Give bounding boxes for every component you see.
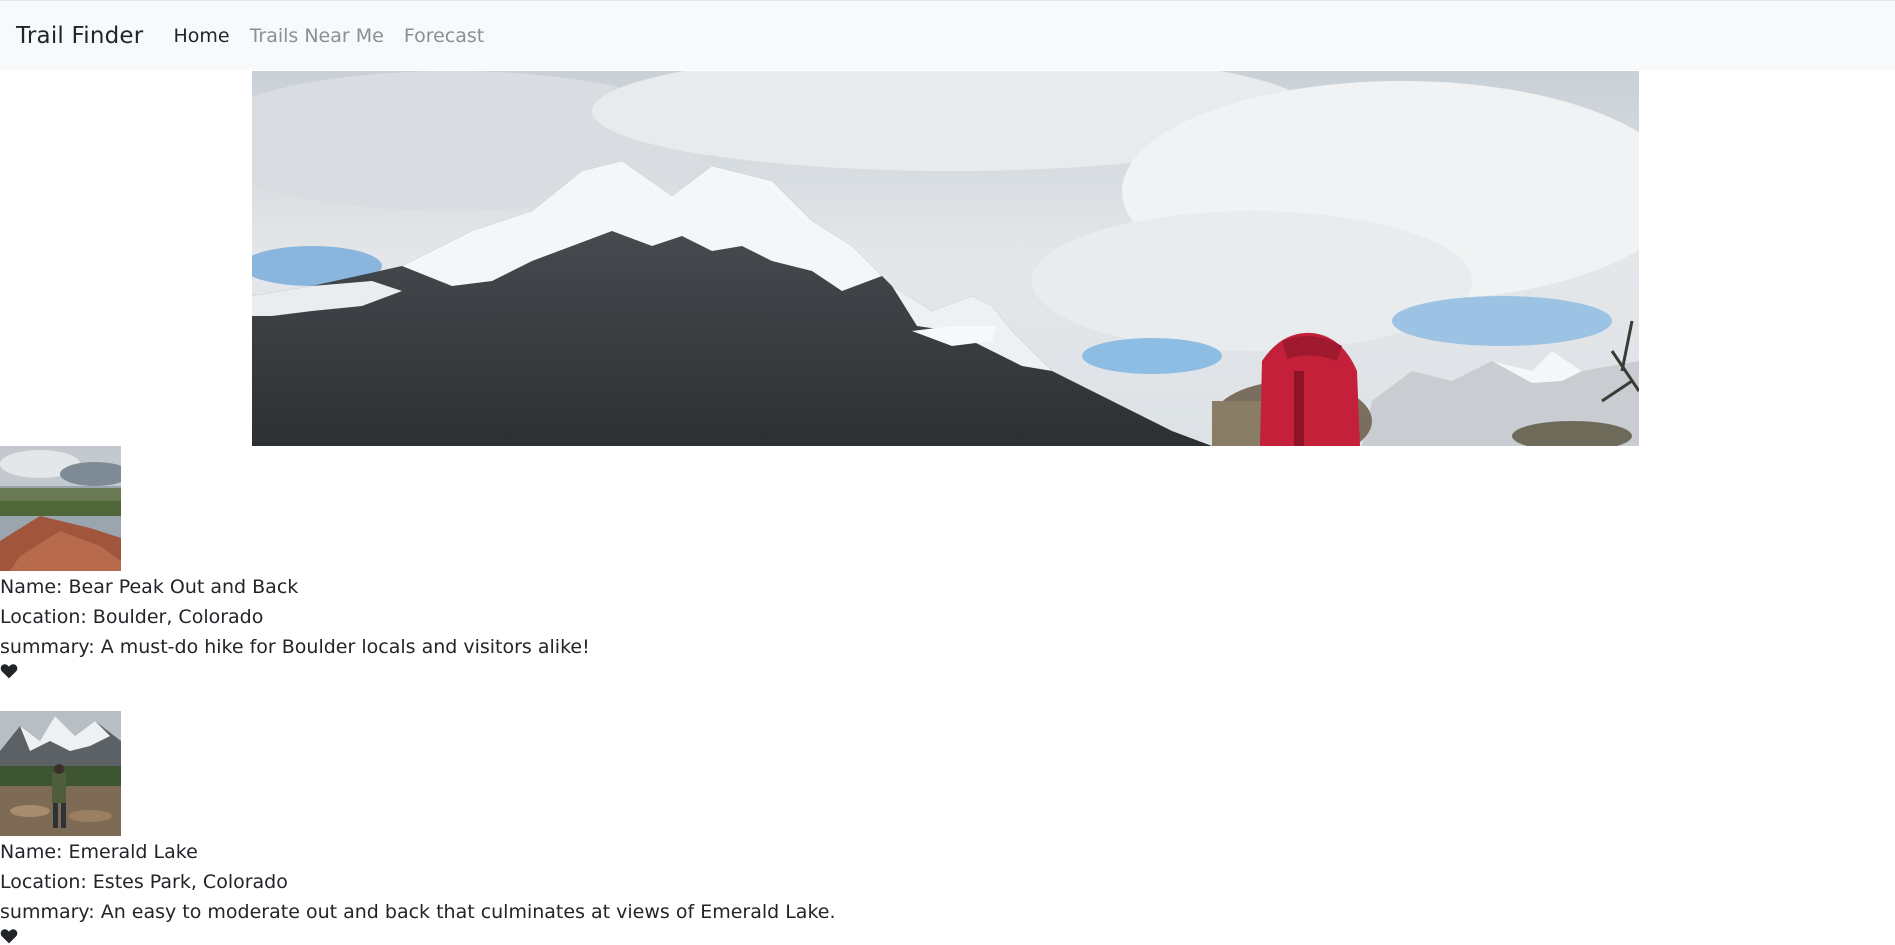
trail-thumbnail-image (0, 711, 121, 836)
navbar: Trail Finder Home Trails Near Me Forecas… (0, 0, 1895, 70)
nav-link-forecast[interactable]: Forecast (404, 25, 484, 47)
trail-name: Name: Emerald Lake (0, 841, 198, 863)
trail-location: Location: Estes Park, Colorado (0, 871, 288, 893)
hero-banner-image (252, 71, 1639, 446)
trail-thumbnail-image (0, 446, 121, 571)
mountain-landscape-image (252, 71, 1639, 446)
nav-link-home[interactable]: Home (173, 25, 229, 47)
trail-name: Name: Bear Peak Out and Back (0, 576, 299, 598)
trail-card: Name: Emerald Lake Location: Estes Park,… (0, 711, 900, 945)
trail-summary: summary: An easy to moderate out and bac… (0, 901, 836, 923)
trail-location: Location: Boulder, Colorado (0, 606, 264, 628)
trail-card: Name: Bear Peak Out and Back Location: B… (0, 446, 900, 680)
heart-icon[interactable] (0, 662, 18, 680)
trail-summary: summary: A must-do hike for Boulder loca… (0, 636, 590, 658)
heart-icon[interactable] (0, 927, 18, 945)
nav-link-trails-near-me[interactable]: Trails Near Me (250, 25, 384, 47)
brand-link[interactable]: Trail Finder (16, 23, 143, 49)
